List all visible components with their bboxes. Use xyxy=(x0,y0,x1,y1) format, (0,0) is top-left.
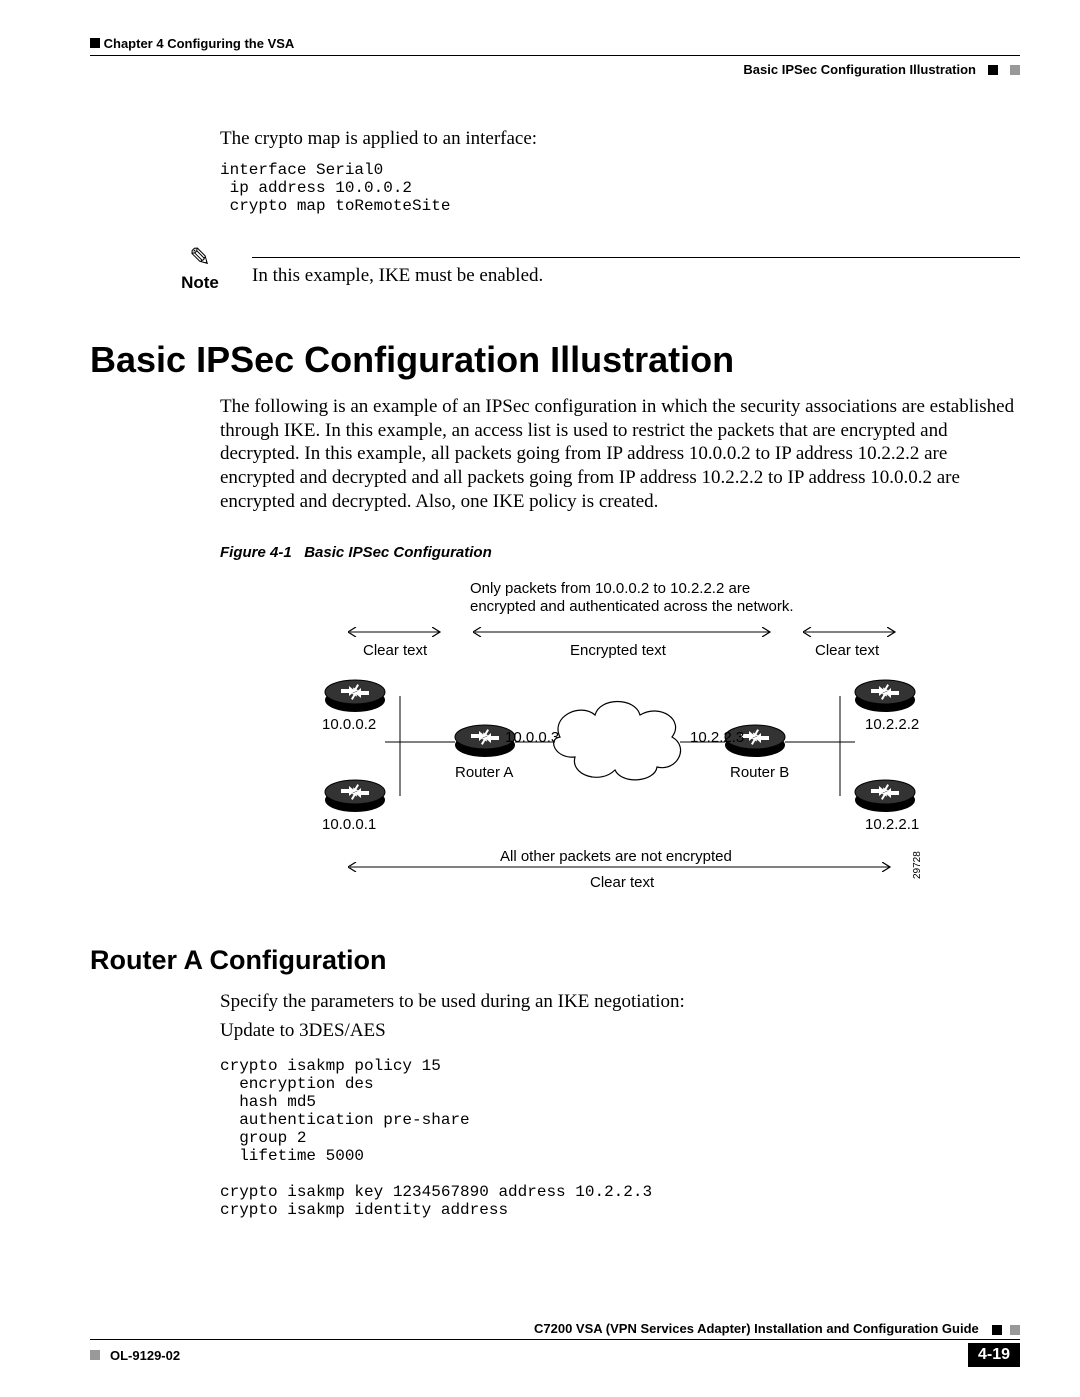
page-number: 4-19 xyxy=(968,1343,1020,1367)
note-label: Note xyxy=(181,273,219,293)
heading-2: Router A Configuration xyxy=(90,945,1020,976)
paragraph: Update to 3DES/AES xyxy=(220,1019,1020,1043)
router-label: Router A xyxy=(455,764,513,781)
paragraph: Specify the parameters to be used during… xyxy=(220,990,1020,1014)
footer-square-icon xyxy=(90,1350,100,1360)
router-icon xyxy=(325,680,385,712)
page-header: Chapter 4 Configuring the VSA Basic IPSe… xyxy=(90,36,1020,77)
diagram-note: Only packets from 10.0.0.2 to 10.2.2.2 a… xyxy=(470,580,750,597)
ip-label: 10.2.2.3 xyxy=(690,729,744,746)
router-icon xyxy=(325,780,385,812)
router-icon xyxy=(855,680,915,712)
figure-caption: Figure 4-1 Basic IPSec Configuration xyxy=(220,544,1020,561)
bottom-note: Clear text xyxy=(590,874,655,891)
cloud-icon xyxy=(554,701,681,779)
ipsec-diagram: Only packets from 10.0.0.2 to 10.2.2.2 a… xyxy=(220,577,1020,907)
footer-square-icon xyxy=(1010,1325,1020,1335)
ip-label: 10.0.0.2 xyxy=(322,716,376,733)
header-square-icon xyxy=(1010,65,1020,75)
section-paragraph: The following is an example of an IPSec … xyxy=(220,395,1020,514)
note-text: In this example, IKE must be enabled. xyxy=(252,265,543,286)
section-label: Basic IPSec Configuration Illustration xyxy=(743,62,976,77)
code-block: crypto isakmp policy 15 encryption des h… xyxy=(220,1057,1020,1219)
intro-text: The crypto map is applied to an interfac… xyxy=(220,127,1020,151)
clear-text-label: Clear text xyxy=(815,642,880,659)
page-footer: C7200 VSA (VPN Services Adapter) Install… xyxy=(90,1321,1020,1367)
bottom-note: All other packets are not encrypted xyxy=(500,848,732,865)
router-icon xyxy=(855,780,915,812)
ip-label: 10.0.0.1 xyxy=(322,816,376,833)
header-square-icon xyxy=(988,65,998,75)
doc-id: OL-9129-02 xyxy=(110,1348,180,1363)
router-label: Router B xyxy=(730,764,789,781)
code-block: interface Serial0 ip address 10.0.0.2 cr… xyxy=(220,161,1020,215)
chapter-label: Chapter 4 Configuring the VSA xyxy=(104,36,295,51)
ip-label: 10.0.0.3 xyxy=(505,729,559,746)
figure-id: 29728 xyxy=(912,850,923,878)
ip-label: 10.2.2.1 xyxy=(865,816,919,833)
heading-1: Basic IPSec Configuration Illustration xyxy=(90,339,1020,381)
pencil-icon: ✎ xyxy=(189,245,211,271)
ip-label: 10.2.2.2 xyxy=(865,716,919,733)
header-square-icon xyxy=(90,38,100,48)
guide-title: C7200 VSA (VPN Services Adapter) Install… xyxy=(534,1321,979,1336)
encrypted-text-label: Encrypted text xyxy=(570,642,667,659)
diagram-note: encrypted and authenticated across the n… xyxy=(470,598,794,615)
clear-text-label: Clear text xyxy=(363,642,428,659)
footer-square-icon xyxy=(992,1325,1002,1335)
note-block: ✎ Note In this example, IKE must be enab… xyxy=(170,245,1020,293)
